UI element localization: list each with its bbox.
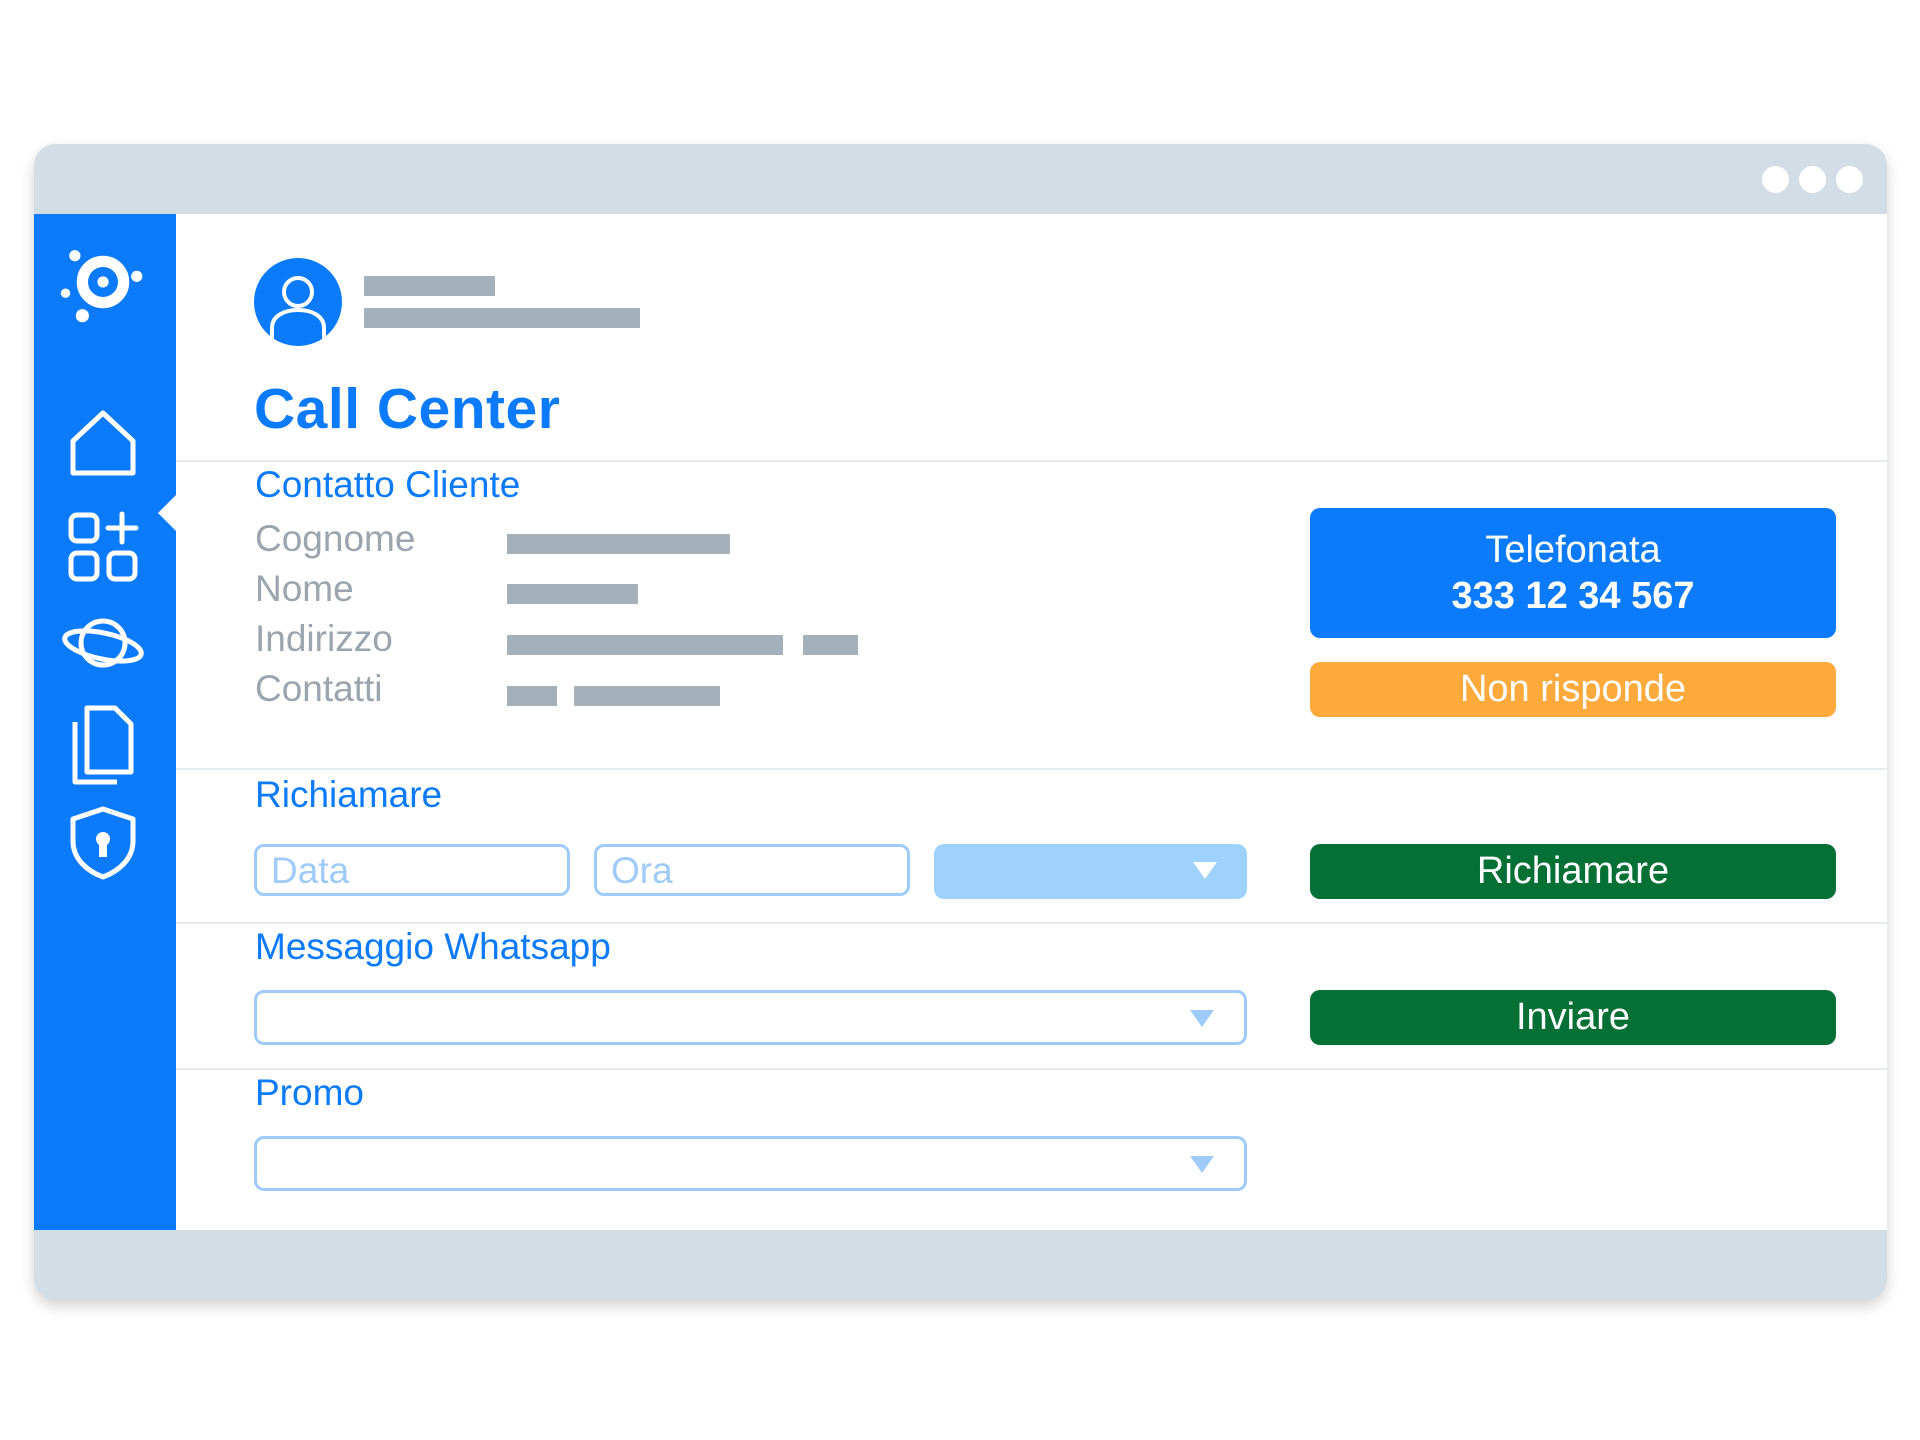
apps-add-icon[interactable]	[58, 502, 148, 592]
sidebar	[34, 214, 176, 1230]
window-dot-3[interactable]	[1836, 166, 1863, 193]
user-icon	[270, 276, 326, 342]
field-label-name: Nome	[255, 568, 354, 609]
section-title-callback: Richiamare	[255, 774, 443, 815]
window-dot-1[interactable]	[1762, 166, 1789, 193]
date-input-placeholder: Data	[271, 850, 350, 891]
callback-button[interactable]: Richiamare	[1310, 844, 1836, 899]
field-label-address: Indirizzo	[255, 618, 393, 659]
app-window: Call Center Contatto Cliente Cognome Nom…	[34, 144, 1887, 1300]
date-input[interactable]: Data	[254, 844, 570, 896]
time-input-placeholder: Ora	[611, 850, 673, 891]
name-value-placeholder	[507, 584, 638, 604]
active-indicator	[158, 495, 176, 531]
chevron-down-icon	[1190, 1156, 1214, 1173]
field-label-surname: Cognome	[255, 518, 416, 559]
logo-icon	[58, 236, 148, 326]
user-role-placeholder	[364, 308, 640, 328]
divider	[176, 460, 1887, 462]
callback-select[interactable]	[934, 844, 1247, 899]
send-button[interactable]: Inviare	[1310, 990, 1836, 1045]
chevron-down-icon	[1190, 1010, 1214, 1027]
address-number-placeholder	[803, 635, 858, 655]
whatsapp-select[interactable]	[254, 990, 1247, 1045]
divider	[176, 1068, 1887, 1070]
field-label-contacts: Contatti	[255, 668, 383, 709]
planet-icon[interactable]	[58, 598, 148, 688]
call-button-label: Telefonata	[1485, 529, 1661, 571]
call-button[interactable]: Telefonata 333 12 34 567	[1310, 508, 1836, 638]
avatar[interactable]	[254, 258, 342, 346]
surname-value-placeholder	[507, 534, 730, 554]
promo-select[interactable]	[254, 1136, 1247, 1191]
shield-lock-icon[interactable]	[58, 798, 148, 888]
status-bar	[34, 1230, 1887, 1300]
divider	[176, 922, 1887, 924]
title-bar	[34, 144, 1887, 214]
call-button-number: 333 12 34 567	[1451, 575, 1695, 617]
documents-icon[interactable]	[58, 700, 148, 790]
address-value-placeholder	[507, 635, 783, 655]
section-title-whatsapp: Messaggio Whatsapp	[255, 926, 611, 967]
main-content: Call Center Contatto Cliente Cognome Nom…	[176, 214, 1887, 1230]
contacts-prefix-placeholder	[507, 686, 557, 706]
page-title: Call Center	[254, 377, 561, 441]
divider	[176, 768, 1887, 770]
time-input[interactable]: Ora	[594, 844, 910, 896]
no-answer-button[interactable]: Non risponde	[1310, 662, 1836, 717]
section-title-promo: Promo	[255, 1072, 364, 1113]
window-dot-2[interactable]	[1799, 166, 1826, 193]
user-name-placeholder	[364, 276, 495, 296]
section-title-contact: Contatto Cliente	[255, 464, 521, 505]
home-icon[interactable]	[58, 398, 148, 488]
window-controls	[1762, 166, 1863, 193]
chevron-down-icon	[1193, 862, 1217, 879]
contacts-value-placeholder	[574, 686, 720, 706]
